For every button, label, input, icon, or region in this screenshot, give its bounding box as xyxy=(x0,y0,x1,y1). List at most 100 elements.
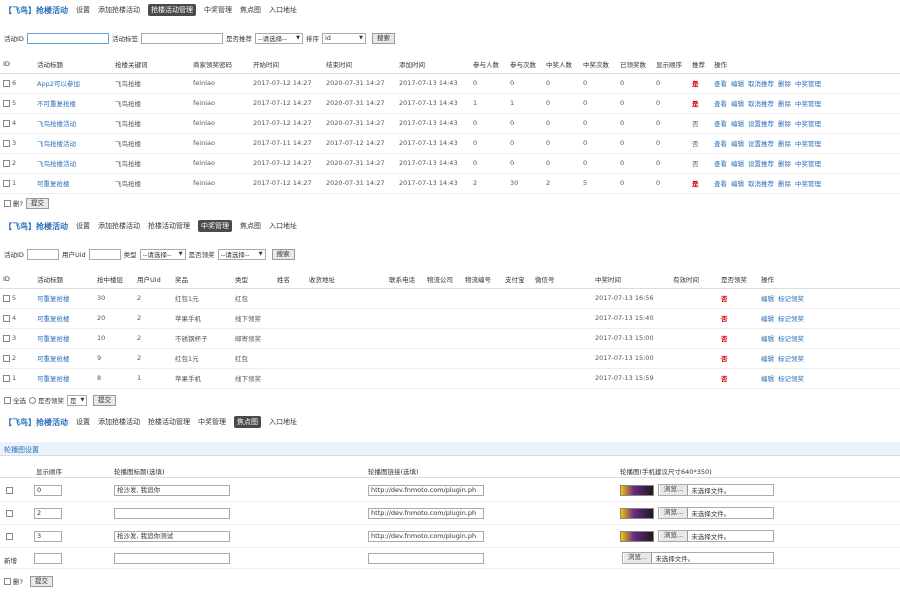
row-action-link[interactable]: 编辑 xyxy=(731,180,744,188)
row-action-link[interactable]: 删除 xyxy=(778,180,791,188)
file-input[interactable]: 浏览... 未选择文件。 xyxy=(658,530,774,542)
nav-settings[interactable]: 设置 xyxy=(76,417,90,427)
nav-activity-manage[interactable]: 抢楼活动管理 xyxy=(148,221,190,231)
delete-checkbox[interactable] xyxy=(4,199,11,207)
claimed-footer-select[interactable]: 是 ▼ xyxy=(67,394,87,406)
row-action-link[interactable]: 编辑 xyxy=(731,100,744,108)
claimed-select[interactable]: --请选择-- ▼ xyxy=(217,248,266,260)
row-action-link[interactable]: 中奖管理 xyxy=(795,180,821,188)
order-input[interactable]: 3 xyxy=(34,531,62,542)
title-input[interactable]: 抢沙发, 我追你测试 xyxy=(114,531,230,542)
new-title-input[interactable] xyxy=(114,553,230,564)
row-action-link[interactable]: 设置推荐 xyxy=(748,140,774,148)
search-button[interactable]: 搜索 xyxy=(271,248,295,260)
search-button[interactable]: 搜索 xyxy=(371,32,395,44)
nav-settings[interactable]: 设置 xyxy=(76,221,90,231)
row-checkbox[interactable] xyxy=(6,487,13,494)
link-input[interactable]: http://dev.fnmoto.com/plugin.ph xyxy=(368,485,484,496)
row-action-link[interactable]: 编辑 xyxy=(761,335,774,343)
new-link-input[interactable] xyxy=(368,553,484,564)
row-action-link[interactable]: 编辑 xyxy=(761,355,774,363)
nav-focus-image[interactable]: 焦点图 xyxy=(240,5,261,15)
row-action-link[interactable]: 设置推荐 xyxy=(748,160,774,168)
order-input[interactable]: 0 xyxy=(34,485,62,496)
activity-title-link[interactable]: 飞鸟抢楼活动 xyxy=(37,140,76,148)
row-action-link[interactable]: 编辑 xyxy=(731,140,744,148)
sort-select[interactable]: id ▼ xyxy=(321,32,366,44)
row-action-link[interactable]: 删除 xyxy=(778,80,791,88)
row-action-link[interactable]: 删除 xyxy=(778,100,791,108)
row-action-link[interactable]: 删除 xyxy=(778,120,791,128)
browse-button[interactable]: 浏览... xyxy=(660,531,689,541)
row-action-link[interactable]: 查看 xyxy=(714,140,727,148)
activity-title-link[interactable]: 可重复抢楼 xyxy=(37,335,70,343)
activity-id-input[interactable] xyxy=(26,248,59,260)
nav-add-activity[interactable]: 添加抢楼活动 xyxy=(98,5,140,15)
activity-title-link[interactable]: App2可以参加 xyxy=(37,80,80,88)
type-select[interactable]: --请选择-- ▼ xyxy=(139,248,186,260)
uid-input[interactable] xyxy=(88,248,121,260)
row-action-link[interactable]: 中奖管理 xyxy=(795,120,821,128)
nav-prize-manage[interactable]: 中奖管理 xyxy=(198,220,232,232)
select-all-checkbox[interactable] xyxy=(4,396,11,404)
nav-add-activity[interactable]: 添加抢楼活动 xyxy=(98,221,140,231)
activity-title-link[interactable]: 飞鸟抢楼活动 xyxy=(37,160,76,168)
delete-checkbox[interactable] xyxy=(4,577,11,585)
submit-button[interactable]: 提交 xyxy=(25,197,49,209)
nav-activity-manage[interactable]: 抢楼活动管理 xyxy=(148,417,190,427)
row-action-link[interactable]: 查看 xyxy=(714,100,727,108)
row-action-link[interactable]: 查看 xyxy=(714,80,727,88)
row-checkbox[interactable] xyxy=(6,533,13,540)
row-action-link[interactable]: 中奖管理 xyxy=(795,140,821,148)
row-checkbox[interactable] xyxy=(3,294,10,302)
row-checkbox[interactable] xyxy=(3,139,10,147)
row-action-link[interactable]: 标记领奖 xyxy=(778,295,804,303)
nav-focus-image[interactable]: 焦点图 xyxy=(240,221,261,231)
file-input[interactable]: 浏览... 未选择文件。 xyxy=(658,507,774,519)
submit-button[interactable]: 提交 xyxy=(93,394,116,406)
activity-title-link[interactable]: 不可重复抢楼 xyxy=(37,100,76,108)
new-order-input[interactable] xyxy=(34,553,62,564)
row-checkbox[interactable] xyxy=(3,374,10,382)
row-action-link[interactable]: 查看 xyxy=(714,120,727,128)
row-action-link[interactable]: 标记领奖 xyxy=(778,375,804,383)
row-action-link[interactable]: 编辑 xyxy=(761,375,774,383)
row-checkbox[interactable] xyxy=(6,510,13,517)
nav-add-activity[interactable]: 添加抢楼活动 xyxy=(98,417,140,427)
row-checkbox[interactable] xyxy=(3,119,10,127)
nav-focus-image[interactable]: 焦点图 xyxy=(234,416,261,428)
activity-title-link[interactable]: 可重复抢楼 xyxy=(37,180,70,188)
activity-title-link[interactable]: 可重复抢楼 xyxy=(37,375,70,383)
row-action-link[interactable]: 标记领奖 xyxy=(778,355,804,363)
row-action-link[interactable]: 标记领奖 xyxy=(778,335,804,343)
activity-id-input[interactable] xyxy=(26,32,109,44)
activity-title-link[interactable]: 可重复抢楼 xyxy=(37,295,70,303)
recommend-select[interactable]: --请选择-- ▼ xyxy=(254,32,303,44)
row-checkbox[interactable] xyxy=(3,99,10,107)
row-checkbox[interactable] xyxy=(3,314,10,322)
nav-settings[interactable]: 设置 xyxy=(76,5,90,15)
row-action-link[interactable]: 删除 xyxy=(778,140,791,148)
link-input[interactable]: http://dev.fnmoto.com/plugin.ph xyxy=(368,531,484,542)
nav-entry-url[interactable]: 入口地址 xyxy=(269,5,297,15)
nav-prize-manage[interactable]: 中奖管理 xyxy=(198,417,226,427)
row-checkbox[interactable] xyxy=(3,79,10,87)
row-checkbox[interactable] xyxy=(3,354,10,362)
row-action-link[interactable]: 编辑 xyxy=(731,160,744,168)
claimed-radio[interactable] xyxy=(29,396,36,404)
order-input[interactable]: 2 xyxy=(34,508,62,519)
row-checkbox[interactable] xyxy=(3,334,10,342)
row-checkbox[interactable] xyxy=(3,159,10,167)
row-checkbox[interactable] xyxy=(3,179,10,187)
browse-button[interactable]: 浏览... xyxy=(624,553,653,563)
nav-prize-manage[interactable]: 中奖管理 xyxy=(204,5,232,15)
row-action-link[interactable]: 设置推荐 xyxy=(748,120,774,128)
title-input[interactable]: 抢沙发, 我追你 xyxy=(114,485,230,496)
nav-entry-url[interactable]: 入口地址 xyxy=(269,221,297,231)
row-action-link[interactable]: 标记领奖 xyxy=(778,315,804,323)
row-action-link[interactable]: 中奖管理 xyxy=(795,160,821,168)
row-action-link[interactable]: 查看 xyxy=(714,160,727,168)
row-action-link[interactable]: 编辑 xyxy=(761,295,774,303)
keyword-input[interactable] xyxy=(140,32,223,44)
nav-entry-url[interactable]: 入口地址 xyxy=(269,417,297,427)
